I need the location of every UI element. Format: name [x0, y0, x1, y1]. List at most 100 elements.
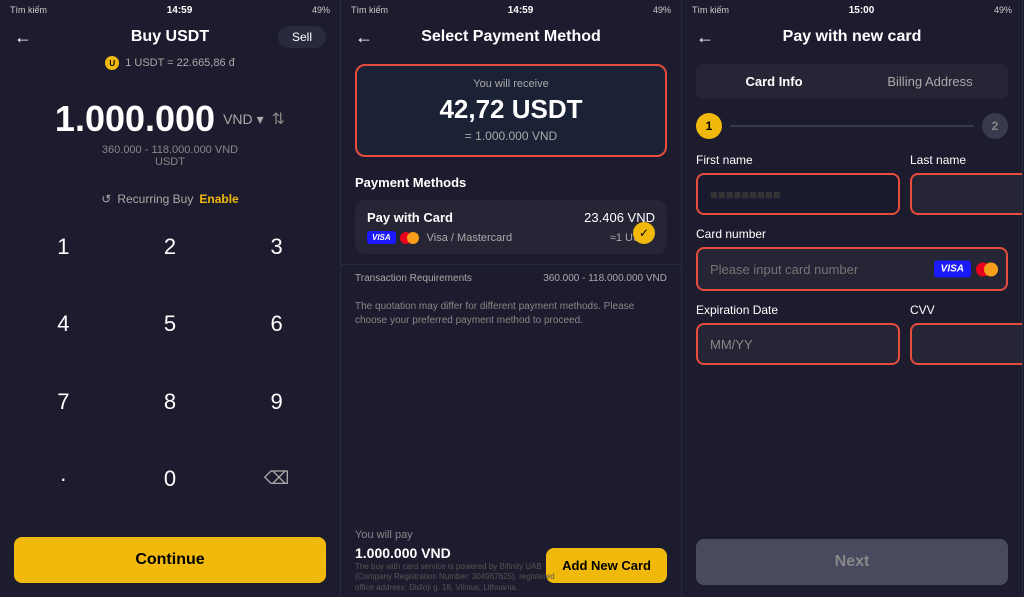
step-indicators: 1 2 [682, 113, 1022, 153]
you-will-pay-label: You will pay [341, 521, 681, 545]
card-type-label: Visa / Mastercard [427, 232, 512, 244]
last-name-input[interactable] [910, 173, 1023, 215]
key-2[interactable]: 2 [117, 220, 224, 274]
receive-sub: = 1.000.000 VND [369, 129, 653, 143]
step-2-circle: 2 [982, 113, 1008, 139]
status-bar-3: Tìm kiếm 15:00 49% [682, 0, 1022, 20]
status-right-1: 49% [312, 5, 330, 15]
status-bar-1: Tìm kiếm 14:59 49% [0, 0, 340, 20]
last-name-label: Last name [910, 153, 1023, 167]
key-6[interactable]: 6 [223, 297, 330, 351]
recurring-label: Recurring Buy [117, 192, 193, 206]
back-button-3[interactable]: ← [696, 27, 714, 48]
card-logos: VISA Visa / Mastercard [367, 231, 512, 244]
rate-row: U 1 USDT = 22.665,86 đ [0, 54, 340, 78]
payment-methods-label: Payment Methods [341, 167, 681, 194]
cvv-group: CVV [910, 303, 1023, 365]
key-backspace[interactable]: ⌫ [223, 452, 330, 506]
req-label: Transaction Requirements [355, 273, 472, 284]
usdt-label: USDT [155, 156, 185, 168]
req-value: 360.000 - 118.000.000 VND [543, 273, 667, 284]
receive-amount: 42,72 USDT [369, 94, 653, 125]
key-4[interactable]: 4 [10, 297, 117, 351]
key-dot[interactable]: · [10, 452, 117, 506]
swap-icon[interactable]: ⇅ [272, 109, 285, 129]
cvv-label: CVV [910, 303, 1023, 317]
screen2-title: Select Payment Method [355, 28, 667, 46]
card-form: First name Last name Card number VISA [682, 153, 1022, 377]
screen-new-card: Tìm kiếm 15:00 49% ← Pay with new card C… [682, 0, 1023, 597]
continue-button[interactable]: Continue [14, 537, 326, 583]
status-left-1: Tìm kiếm [10, 5, 47, 15]
amount-section: 1.000.000 VND ▾ ⇅ 360.000 - 118.000.000 … [0, 78, 340, 178]
screen3-title: Pay with new card [696, 28, 1008, 46]
first-name-group: First name [696, 153, 900, 215]
recurring-row: ↺ Recurring Buy Enable [0, 178, 340, 220]
screen-buy-usdt: Tìm kiếm 14:59 49% ← Buy USDT Sell U 1 U… [0, 0, 341, 597]
visa-badge: VISA [367, 231, 396, 244]
tab-container: Card Info Billing Address [696, 64, 1008, 99]
key-1[interactable]: 1 [10, 220, 117, 274]
step-1-circle: 1 [696, 113, 722, 139]
next-button[interactable]: Next [696, 539, 1008, 585]
payment-card-item[interactable]: Pay with Card 23.406 VND VISA Visa / Mas… [355, 200, 667, 254]
recurring-icon: ↺ [101, 192, 111, 206]
header-3: ← Pay with new card [682, 20, 1022, 54]
expiry-cvv-row: Expiration Date CVV [696, 303, 1008, 365]
payment-card-footer: VISA Visa / Mastercard ≈1 USDT [367, 231, 655, 244]
cvv-input[interactable] [910, 323, 1023, 365]
expiry-group: Expiration Date [696, 303, 900, 365]
enable-button[interactable]: Enable [199, 192, 238, 206]
card-number-label: Card number [696, 227, 1008, 241]
back-button-1[interactable]: ← [14, 27, 32, 48]
card-number-wrapper: VISA [696, 247, 1008, 291]
visa-icon: VISA [934, 261, 971, 278]
header-2: ← Select Payment Method [341, 20, 681, 54]
receive-box: You will receive 42,72 USDT = 1.000.000 … [355, 64, 667, 157]
key-3[interactable]: 3 [223, 220, 330, 274]
first-name-input[interactable] [696, 173, 900, 215]
status-left-3: Tìm kiếm [692, 5, 729, 15]
amount-currency: VND ▾ [223, 111, 264, 128]
key-7[interactable]: 7 [10, 375, 117, 429]
quotation-text: The quotation may differ for different p… [341, 292, 681, 336]
status-right-2: 49% [653, 5, 671, 15]
usdt-coin-icon: U [105, 56, 119, 70]
key-0[interactable]: 0 [117, 452, 224, 506]
header-1: ← Buy USDT Sell [0, 20, 340, 54]
status-bar-2: Tìm kiếm 14:59 49% [341, 0, 681, 20]
tab-card-info[interactable]: Card Info [696, 64, 852, 99]
tab-billing-address[interactable]: Billing Address [852, 64, 1008, 99]
key-5[interactable]: 5 [117, 297, 224, 351]
selected-check-icon: ✓ [633, 222, 655, 244]
status-time-1: 14:59 [167, 5, 193, 16]
amount-range: 360.000 - 118.000.000 VND [102, 144, 238, 156]
expiry-input[interactable] [696, 323, 900, 365]
key-8[interactable]: 8 [117, 375, 224, 429]
status-time-3: 15:00 [849, 5, 875, 16]
step-line [730, 125, 974, 127]
status-time-2: 14:59 [508, 5, 534, 16]
card-number-group: Card number VISA [696, 227, 1008, 303]
transaction-requirements: Transaction Requirements 360.000 - 118.0… [341, 264, 681, 292]
powered-text: The buy with card service is powered by … [355, 562, 571, 593]
pay-with-card-label: Pay with Card [367, 210, 453, 225]
status-left-2: Tìm kiếm [351, 5, 388, 15]
card-brand-icons: VISA [934, 261, 998, 278]
last-name-group: Last name [910, 153, 1023, 215]
name-row: First name Last name [696, 153, 1008, 215]
amount-number: 1.000.000 [55, 98, 215, 140]
numpad: 1 2 3 4 5 6 7 8 9 · 0 ⌫ [0, 220, 340, 529]
mastercard-badge [400, 232, 419, 244]
key-9[interactable]: 9 [223, 375, 330, 429]
status-right-3: 49% [994, 5, 1012, 15]
rate-text: 1 USDT = 22.665,86 đ [125, 57, 235, 69]
back-button-2[interactable]: ← [355, 27, 373, 48]
mc-icon [976, 262, 998, 276]
expiry-label: Expiration Date [696, 303, 900, 317]
screen-payment-method: Tìm kiếm 14:59 49% ← Select Payment Meth… [341, 0, 682, 597]
payment-card-header: Pay with Card 23.406 VND [367, 210, 655, 225]
receive-label: You will receive [369, 78, 653, 90]
first-name-label: First name [696, 153, 900, 167]
sell-button[interactable]: Sell [278, 26, 326, 48]
